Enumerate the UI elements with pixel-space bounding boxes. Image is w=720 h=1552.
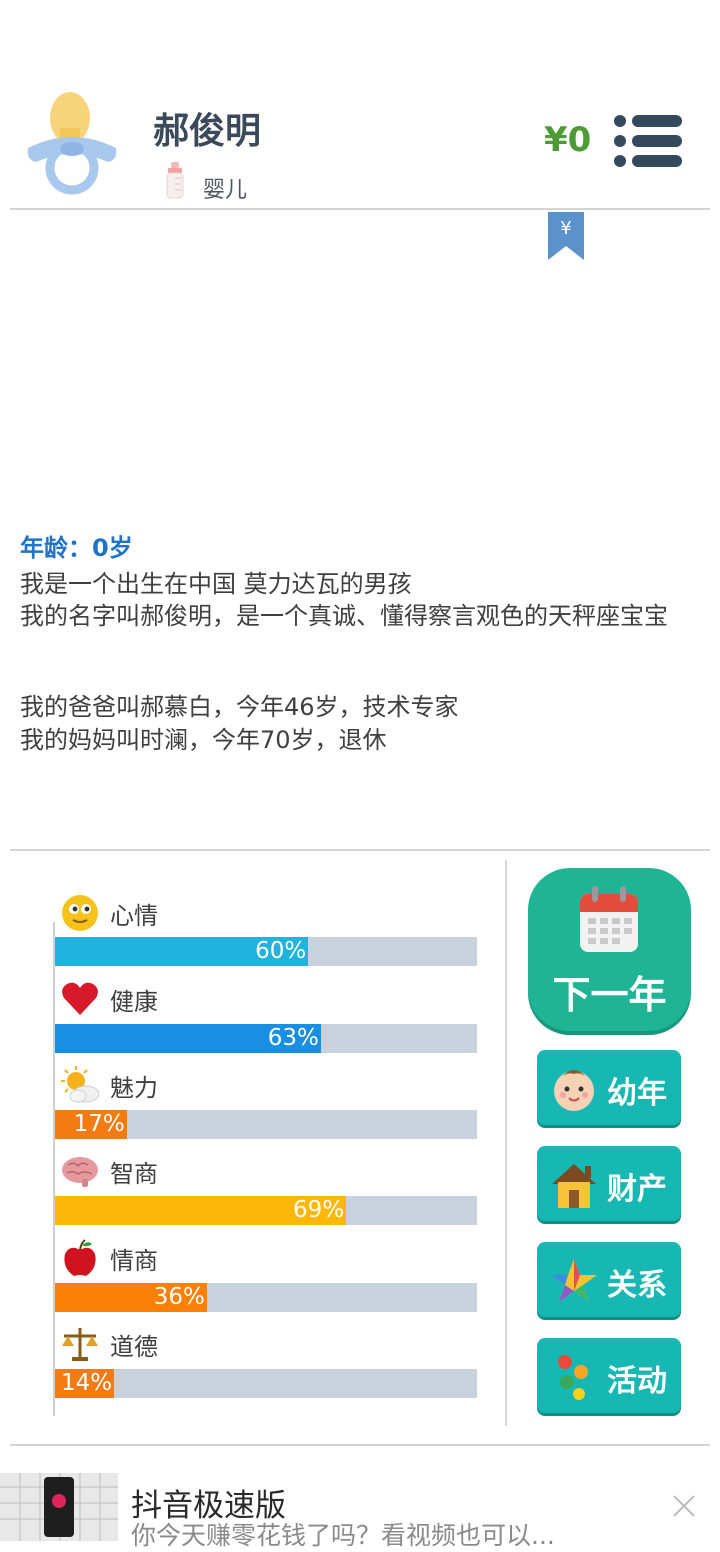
stat-eq: 情商: [60, 1238, 158, 1278]
next-year-label: 下一年: [552, 973, 667, 1017]
childhood-label: 幼年: [607, 1076, 667, 1111]
bookmark-symbol: ¥: [560, 218, 571, 239]
stat-label: 智商: [110, 1159, 158, 1188]
baby-bottle-icon: [166, 162, 184, 199]
stat-mood: 心情: [60, 893, 158, 933]
ad-thumbnail[interactable]: [0, 1473, 118, 1541]
close-icon[interactable]: [668, 1490, 700, 1522]
story-line: 我的名字叫郝俊明，是一个真诚、懂得察言观色的天秤座宝宝: [20, 602, 668, 630]
story-line: 我是一个出生在中国 莫力达瓦的男孩: [20, 570, 412, 598]
profile-header: 郝俊明 婴儿 ¥0: [0, 0, 720, 209]
stat-morality: 道德: [60, 1324, 158, 1364]
stat-iq: 智商: [60, 1151, 158, 1191]
smiley-face-icon: [62, 895, 98, 931]
stat-percent: 36%: [153, 1284, 205, 1310]
stat-percent: 63%: [267, 1025, 319, 1051]
star-icon: [551, 1259, 597, 1302]
stat-bar-eq: 36%: [55, 1283, 477, 1312]
stat-label: 情商: [110, 1246, 158, 1275]
stat-percent: 69%: [293, 1197, 345, 1223]
house-icon: [552, 1164, 596, 1208]
life-stage-label: 婴儿: [203, 178, 248, 203]
yen-bookmark-icon[interactable]: ¥: [546, 212, 586, 262]
calendar-icon: [580, 886, 638, 952]
stat-charm: 魅力: [60, 1065, 158, 1105]
header-divider: [10, 208, 710, 210]
bottom-divider: [10, 1444, 710, 1446]
heart-icon: [62, 982, 98, 1015]
ad-banner[interactable]: 抖音极速版 你今天赚零花钱了吗？看视频也可以...: [0, 1470, 720, 1550]
scales-icon: [62, 1328, 98, 1361]
menu-list-icon[interactable]: [612, 112, 684, 170]
stat-label: 魅力: [110, 1073, 158, 1102]
stat-label: 道德: [110, 1332, 158, 1361]
stat-fill: 36%: [55, 1283, 207, 1312]
age-line: 年龄：0岁: [20, 534, 133, 562]
childhood-button[interactable]: 幼年: [537, 1050, 681, 1125]
column-divider: [505, 860, 507, 1426]
stat-bar-mood: 60%: [55, 937, 477, 966]
stat-percent: 14%: [60, 1370, 113, 1396]
stats-axis-line: [53, 922, 55, 1416]
relationship-button[interactable]: 关系: [537, 1242, 681, 1317]
stat-percent: 60%: [255, 938, 307, 964]
family-line-mother: 我的妈妈叫时澜，今年70岁，退休: [20, 726, 387, 754]
stat-bar-morality: 14%: [55, 1369, 477, 1398]
stat-percent: 17%: [73, 1111, 125, 1137]
relationship-label: 关系: [607, 1268, 667, 1303]
stat-fill: 69%: [55, 1196, 347, 1225]
property-button[interactable]: 财产: [537, 1146, 681, 1221]
stat-label: 心情: [110, 901, 158, 930]
property-label: 财产: [607, 1172, 667, 1207]
stat-fill: 63%: [55, 1024, 321, 1053]
stat-fill: 14%: [55, 1369, 115, 1398]
activity-label: 活动: [607, 1364, 667, 1399]
stat-bar-health: 63%: [55, 1024, 477, 1053]
next-year-button[interactable]: 下一年: [528, 868, 691, 1031]
money-balance: ¥0: [544, 120, 592, 160]
stat-fill: 60%: [55, 937, 309, 966]
stat-bar-charm: 17%: [55, 1110, 477, 1139]
stat-bar-iq: 69%: [55, 1196, 477, 1225]
stat-health: 健康: [60, 979, 158, 1019]
player-name: 郝俊明: [153, 111, 262, 152]
life-story: 年龄：0岁 我是一个出生在中国 莫力达瓦的男孩 我的名字叫郝俊明，是一个真诚、懂…: [20, 532, 700, 757]
family-line-father: 我的爸爸叫郝慕白，今年46岁，技术专家: [20, 693, 459, 721]
stats-panel: 心情 60% 健康 63% 魅力 17% 智商 69% 情商 36% 道德 14…: [0, 852, 505, 1432]
ad-description: 你今天赚零花钱了吗？看视频也可以...: [131, 1521, 555, 1550]
apple-icon: [64, 1239, 96, 1276]
pacifier-icon: [27, 92, 117, 195]
stat-label: 健康: [110, 987, 158, 1016]
brain-icon: [62, 1157, 98, 1187]
activity-dots-icon: [558, 1355, 588, 1400]
baby-face-icon: [554, 1070, 594, 1111]
activity-button[interactable]: 活动: [537, 1338, 681, 1413]
story-divider: [10, 849, 710, 851]
sun-cloud-icon: [61, 1066, 100, 1103]
stat-fill: 17%: [55, 1110, 127, 1139]
